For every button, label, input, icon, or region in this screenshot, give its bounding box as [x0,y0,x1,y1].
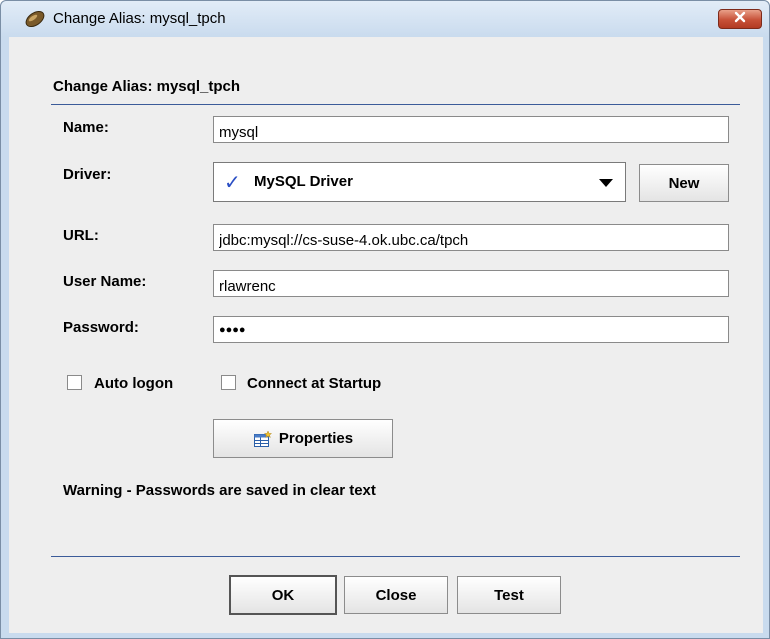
url-field[interactable] [213,224,729,251]
close-icon [733,10,747,28]
connect-at-startup-label[interactable]: Connect at Startup [247,375,381,392]
connect-at-startup-checkbox[interactable] [221,375,236,390]
properties-button[interactable]: Properties [213,419,393,458]
driver-select[interactable]: ✓ MySQL Driver [213,162,626,202]
dialog-window: Change Alias: mysql_tpch Change Alias: m… [0,0,770,639]
new-driver-button[interactable]: New [639,164,729,202]
driver-selected-value: MySQL Driver [254,173,353,190]
close-window-button[interactable] [718,9,762,29]
ok-label: OK [271,586,295,604]
properties-label: Properties [278,430,354,447]
password-mask: ●●●● [219,324,246,336]
auto-logon-checkbox[interactable] [67,375,82,390]
name-field[interactable] [213,116,729,143]
password-field[interactable]: ●●●● [213,316,729,343]
url-label: URL: [63,227,99,244]
test-label: Test [494,586,524,604]
check-icon: ✓ [224,172,241,194]
app-logo-icon [23,10,47,28]
header-divider [51,104,740,105]
chevron-down-icon [599,179,613,187]
auto-logon-label[interactable]: Auto logon [94,375,173,392]
window-title: Change Alias: mysql_tpch [53,10,226,27]
test-button[interactable]: Test [457,576,561,614]
driver-label: Driver: [63,166,112,183]
page-title: Change Alias: mysql_tpch [53,78,240,95]
user-name-label: User Name: [63,273,147,290]
user-name-field[interactable] [213,270,729,297]
title-bar[interactable]: Change Alias: mysql_tpch [1,1,769,37]
name-label: Name: [63,119,109,136]
password-warning: Warning - Passwords are saved in clear t… [63,482,376,499]
password-label: Password: [63,319,139,336]
close-label: Close [375,586,417,604]
new-driver-label: New [668,174,700,192]
footer-divider [51,556,740,557]
ok-button[interactable]: OK [229,575,337,615]
close-button[interactable]: Close [344,576,448,614]
properties-icon [253,429,273,448]
